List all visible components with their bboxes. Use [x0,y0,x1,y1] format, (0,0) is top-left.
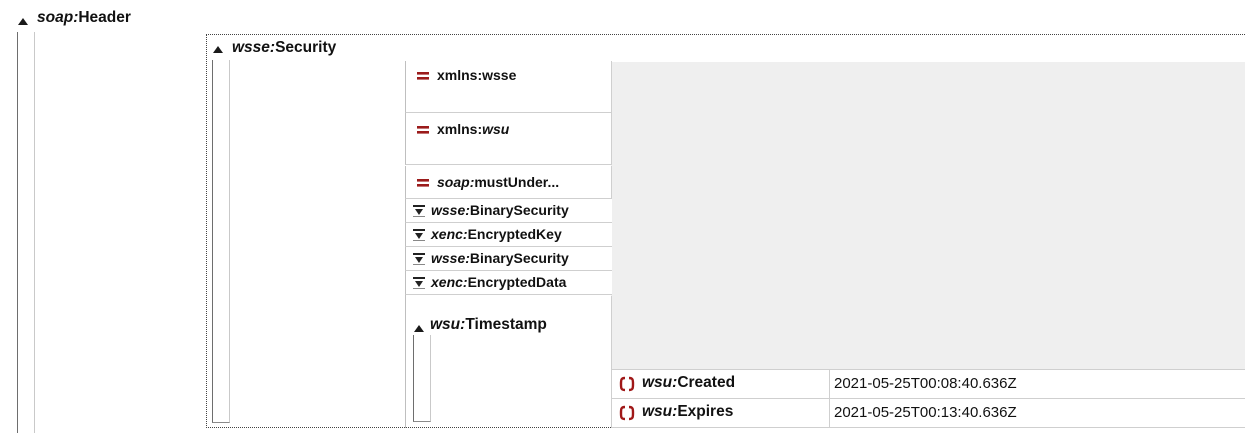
attribute-label: xmlns:wsu [437,121,510,137]
child-element-label: wsse:BinarySecurity [431,202,569,218]
child-element-label: xenc:EncryptedKey [431,226,562,242]
namespace-prefix: xenc [431,274,463,290]
column-divider [829,399,830,428]
expand-arrow-icon[interactable] [412,276,427,290]
collapse-bar[interactable] [212,60,230,423]
attribute-row[interactable]: soap:mustUnder... [405,166,612,199]
child-element-row[interactable]: wsse:BinarySecurity [405,199,612,223]
attribute-name: xmlns:wsse [437,67,517,83]
namespace-prefix: wsu [430,316,461,333]
wsse-security-label: wsse:Security [232,39,336,57]
namespace-prefix: wsse [232,39,270,56]
element-name: Expires [677,403,734,420]
attribute-label: soap:mustUnder... [437,174,559,190]
element-name: BinarySecurity [469,250,569,266]
table-row[interactable]: wsu:Created 2021-05-25T00:08:40.636Z [612,370,1245,399]
namespace-prefix: wsse [431,202,466,218]
attribute-icon [417,126,429,134]
namespace-prefix: wsu [642,403,673,420]
namespace-prefix: wsse [431,250,466,266]
collapse-arrow-icon[interactable] [15,14,31,28]
element-name: Security [275,39,337,56]
collapse-arrow-icon[interactable] [210,42,226,56]
child-element-label: xenc:EncryptedData [431,274,566,290]
attribute-name: mustUnder... [474,174,560,190]
expand-arrow-icon[interactable] [412,252,427,266]
timestamp-label: wsu:Timestamp [430,316,547,334]
element-braces-icon [619,376,635,392]
namespace-prefix: wsu [642,374,673,391]
element-name: Timestamp [465,316,547,333]
element-name: EncryptedKey [467,226,562,242]
namespace-prefix: soap [37,9,74,26]
element-value[interactable]: 2021-05-25T00:08:40.636Z [834,375,1017,392]
timestamp-header-area [611,296,1245,369]
column-divider [829,370,830,399]
expand-arrow-icon[interactable] [412,204,427,218]
child-element-label: wsse:BinarySecurity [431,250,569,266]
collapse-arrow-icon[interactable] [411,321,427,335]
element-name: EncryptedData [467,274,567,290]
timestamp-table: wsu:Created 2021-05-25T00:08:40.636Z wsu… [611,369,1245,428]
namespace-prefix: xenc [431,226,463,242]
attribute-row[interactable]: xmlns:wsse [405,61,612,113]
attribute-label: xmlns:wsse [437,67,516,83]
expand-arrow-icon[interactable] [412,228,427,242]
attribute-icon [417,179,429,187]
child-element-row[interactable]: wsse:BinarySecurity [405,247,612,271]
attribute-icon [417,72,429,80]
child-element-row[interactable]: xenc:EncryptedData [405,271,612,295]
collapse-bar[interactable] [17,32,35,433]
element-label: wsu:Created [642,374,735,392]
soap-header-label: soap:Header [37,9,131,27]
attribute-row[interactable]: xmlns:wsu [405,113,612,165]
table-row[interactable]: wsu:Expires 2021-05-25T00:13:40.636Z [612,399,1245,428]
namespace-prefix: soap [437,174,470,190]
element-label: wsu:Expires [642,403,733,421]
element-value[interactable]: 2021-05-25T00:13:40.636Z [834,404,1017,421]
collapse-bar[interactable] [413,335,431,422]
element-name: Header [78,9,131,26]
element-name: BinarySecurity [469,202,569,218]
element-braces-icon [619,405,635,421]
child-element-row[interactable]: xenc:EncryptedKey [405,223,612,247]
element-name: Created [677,374,736,391]
